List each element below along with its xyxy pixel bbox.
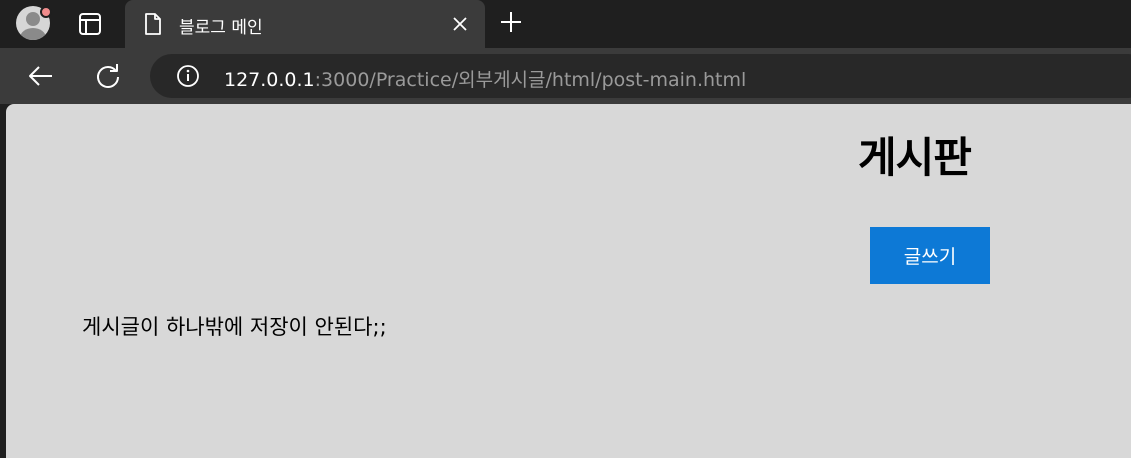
post-item: 게시글이 하나밖에 저장이 안된다;; [82,315,387,339]
url-host: 127.0.0.1 [224,69,315,91]
page-viewport: 게시판 글쓰기 게시글이 하나밖에 저장이 안된다;; [6,104,1131,458]
back-arrow-icon[interactable] [26,62,56,90]
info-icon[interactable] [176,64,200,88]
reload-icon[interactable] [94,62,122,90]
document-icon [143,12,163,36]
url-path: :3000/Practice/외부게시글/html/post-main.html [314,69,747,91]
profile-head [26,12,40,26]
profile-notification-badge [40,6,52,18]
browser-tab-active[interactable]: 블로그 메인 [125,0,485,48]
address-url[interactable]: 127.0.0.1:3000/Practice/외부게시글/html/post-… [224,65,746,92]
close-icon[interactable] [450,14,470,34]
plus-icon[interactable] [499,10,523,34]
write-post-button[interactable]: 글쓰기 [870,227,990,284]
browser-toolbar: 127.0.0.1:3000/Practice/외부게시글/html/post-… [0,48,1131,104]
tab-strip: 블로그 메인 [0,0,1131,48]
profile-shoulders [20,28,46,40]
tab-actions-icon[interactable] [74,10,106,38]
tab-title: 블로그 메인 [179,18,263,38]
address-bar[interactable]: 127.0.0.1:3000/Practice/외부게시글/html/post-… [150,54,1131,98]
page-title: 게시판 [858,133,972,182]
